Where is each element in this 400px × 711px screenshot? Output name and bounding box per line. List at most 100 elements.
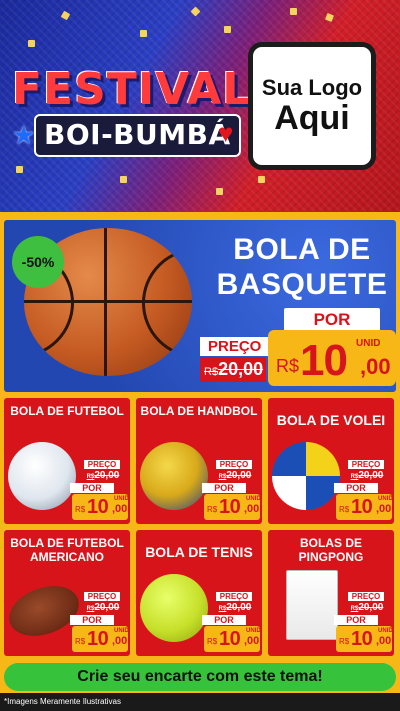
por-label: POR (334, 615, 378, 625)
price-label: PREÇO (84, 460, 120, 469)
new-currency: R$ (276, 356, 300, 376)
new-price-dec: ,00 (360, 354, 391, 379)
price-int: 10 (87, 628, 109, 650)
product-title: BOLA DE FUTEBOL (10, 404, 124, 418)
featured-title: BOLA DE BASQUETE (210, 232, 394, 303)
price-dec: ,00 (244, 503, 260, 515)
currency: R$ (207, 505, 218, 514)
product-card: BOLA DE VOLEI PREÇO R$20,00 POR R$ 10 UNID ,00 (268, 398, 394, 524)
old-price: R$20,00 (348, 470, 386, 481)
soccer-ball-image (8, 442, 76, 510)
price-label: PREÇO (200, 337, 270, 356)
old-price: R$20,00 (200, 357, 266, 382)
currency: R$ (207, 637, 218, 646)
header-banner: FESTIVAL ★ BOI-BUMBÁ ♥ Sua Logo Aqui (0, 0, 400, 212)
old-currency: R$ (204, 366, 219, 378)
por-label: POR (202, 615, 246, 625)
unit-label: UNID (356, 338, 381, 349)
volleyball-image (272, 442, 340, 510)
product-card: BOLA DE HANDBOL PREÇO R$20,00 POR R$ 10 UNID ,0… (136, 398, 262, 524)
confetti (216, 188, 223, 195)
disclaimer-text: *Imagens Meramente Ilustrativas (4, 697, 121, 706)
confetti (290, 8, 297, 15)
price-label: PREÇO (348, 592, 384, 601)
star-icon: ★ (12, 120, 36, 150)
unit-label: UNID (246, 628, 261, 634)
confetti (258, 176, 265, 183)
logo-placeholder: Sua Logo Aqui (248, 42, 376, 170)
price-int: 10 (219, 628, 241, 650)
price-dec: ,00 (112, 635, 128, 647)
price-dec: ,00 (112, 503, 128, 515)
price-dec: ,00 (244, 635, 260, 647)
price-int: 10 (219, 496, 241, 518)
confetti (224, 26, 231, 33)
unit-label: UNID (114, 496, 129, 502)
price-label: PREÇO (216, 592, 252, 601)
logo-line2: Aqui (274, 99, 350, 138)
old-price: R$20,00 (84, 470, 122, 481)
price-int: 10 (351, 628, 373, 650)
por-label: POR (284, 308, 380, 332)
old-price-value: 20,00 (226, 602, 252, 613)
new-price-int: 10 (300, 336, 348, 385)
festival-logo: FESTIVAL ★ BOI-BUMBÁ ♥ (6, 62, 250, 162)
old-price-value: 20,00 (358, 470, 384, 481)
old-price-value: 20,00 (218, 359, 264, 379)
por-label: POR (70, 483, 114, 493)
new-price: R$ 10 UNID ,00 (336, 626, 393, 652)
price-dec: ,00 (376, 503, 392, 515)
por-label: POR (202, 483, 246, 493)
product-card: BOLA DE TENIS PREÇO R$ 20,00 POR R$ 10 UNID ,00 (136, 530, 262, 656)
new-price: R$ 10 UNID ,00 (336, 494, 393, 520)
old-price-value: 20,00 (358, 602, 384, 613)
unit-label: UNID (378, 496, 393, 502)
confetti (140, 30, 147, 37)
confetti (120, 176, 127, 183)
por-label: POR (70, 615, 114, 625)
unit-label: UNID (378, 628, 393, 634)
new-price: R$ 10 UNID ,00 (204, 626, 261, 652)
old-price-value: 20,00 (94, 602, 120, 613)
price-int: 10 (351, 496, 373, 518)
ball-seam (142, 248, 192, 358)
product-title: BOLA DE VOLEI (276, 412, 386, 428)
price-label: PREÇO (84, 592, 120, 601)
unit-label: UNID (114, 628, 129, 634)
new-price: R$ 10 UNID ,00 (204, 494, 261, 520)
new-price: R$ 10 UNID ,00 (72, 626, 129, 652)
price-dec: ,00 (376, 635, 392, 647)
currency: R$ (339, 505, 350, 514)
old-price: R$20,00 (216, 470, 254, 481)
cta-banner[interactable]: Crie seu encarte com este tema! (4, 663, 396, 691)
handball-image (140, 442, 208, 510)
price-label: PREÇO (348, 460, 384, 469)
heart-icon: ♥ (218, 118, 234, 148)
pingpong-balls-image (286, 570, 338, 640)
currency: R$ (75, 505, 86, 514)
old-price: R$20,00 (84, 602, 122, 613)
product-title: BOLA DE TENIS (145, 544, 253, 560)
por-label: POR (334, 483, 378, 493)
currency: R$ (339, 637, 350, 646)
confetti (28, 40, 35, 47)
product-card: BOLAS DE PINGPONG PREÇO R$20,00 POR R$ 10 UNID… (268, 530, 394, 656)
old-price: R$20,00 (348, 602, 386, 613)
logo-line1: Sua Logo (261, 75, 363, 101)
price-label: PREÇO (216, 460, 252, 469)
featured-title-line2: BASQUETE (216, 268, 388, 302)
product-card: BOLA DE FUTEBOL PREÇO R$20,00 POR R$ 10 UNID ,0… (4, 398, 130, 524)
product-title: BOLAS DE PINGPONG (298, 536, 364, 565)
price-int: 10 (87, 496, 109, 518)
product-title: BOLA DE HANDBOL (140, 404, 258, 418)
confetti (16, 166, 23, 173)
discount-badge: -50% (12, 236, 64, 288)
boi-bumba-title: BOI-BUMBÁ (34, 114, 241, 157)
product-card: BOLA DE FUTEBOL AMERICANO PREÇO R$20,00 POR… (4, 530, 130, 656)
featured-product-card: -50% BOLA DE BASQUETE POR PREÇO R$20,00 … (4, 220, 396, 392)
new-price: R$ 10 UNID ,00 (72, 494, 129, 520)
old-price-value: 20,00 (226, 470, 252, 481)
product-title: BOLA DE FUTEBOL AMERICANO (10, 536, 124, 565)
tennis-ball-image (140, 574, 208, 642)
currency: R$ (75, 637, 86, 646)
